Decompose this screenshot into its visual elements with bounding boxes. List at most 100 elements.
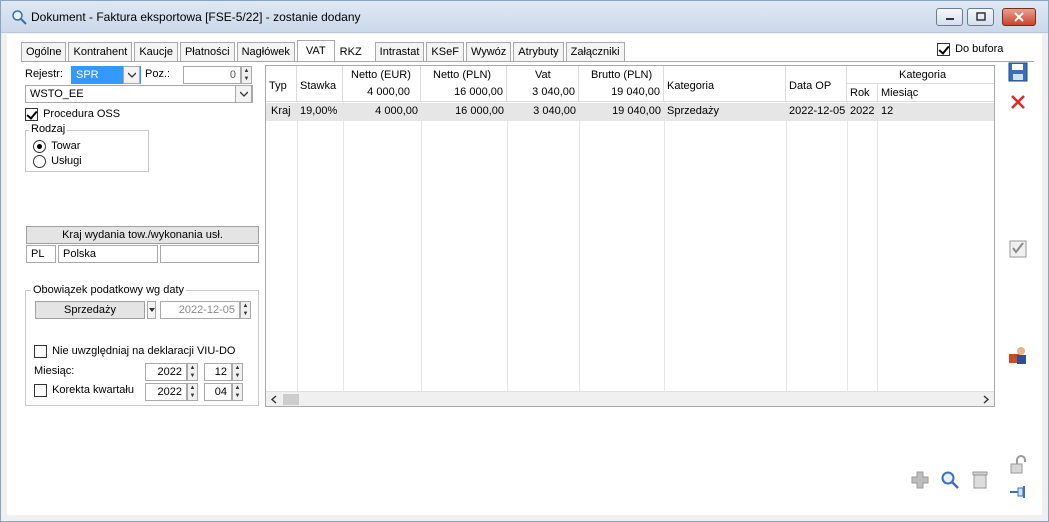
poz-input[interactable]: 0: [183, 66, 241, 84]
miesiac-year-spinner[interactable]: ▲ ▼: [187, 363, 198, 381]
procedura-oss-label: Procedura OSS: [43, 108, 121, 121]
edit-icon: [1009, 240, 1027, 258]
rodzaj-label: Rodzaj: [29, 123, 68, 135]
tab-bar: Ogólne Kontrahent Kaucje Płatności Nagłó…: [21, 40, 627, 63]
chevron-down-icon: [239, 91, 248, 97]
nie-uwzgledniaj-checkbox[interactable]: Nie uwzględniaj na deklaracji VIU-DO: [34, 345, 235, 358]
do-bufora-checkbox[interactable]: Do bufora: [937, 43, 1003, 56]
towar-label: Towar: [51, 140, 81, 153]
tab-ksef[interactable]: KSeF: [426, 42, 464, 62]
maximize-button[interactable]: [967, 8, 994, 26]
kraj-name: Polska: [63, 248, 97, 260]
total-netto-eur: 4 000,00: [367, 86, 410, 98]
tab-kontrahent[interactable]: Kontrahent: [68, 42, 133, 62]
pin-button[interactable]: [1007, 481, 1029, 503]
search-button[interactable]: [939, 469, 961, 491]
nie-uwzgledniaj-label: Nie uwzględniaj na deklaracji VIU-DO: [52, 345, 236, 358]
korekta-month-field[interactable]: 04: [204, 383, 232, 401]
rejestr-dropdown-button[interactable]: [123, 66, 140, 84]
miesiac-year: 2022: [157, 366, 182, 378]
minimize-button[interactable]: [936, 8, 963, 26]
korekta-year-spinner[interactable]: ▲ ▼: [187, 383, 198, 401]
do-bufora-label: Do bufora: [955, 43, 1004, 56]
tab-ogolne[interactable]: Ogólne: [21, 42, 67, 62]
search-icon: [12, 10, 27, 25]
poz-value: 0: [229, 69, 236, 81]
header-netto-eur[interactable]: Netto (EUR) 4 000,00: [343, 66, 421, 102]
document-window: Dokument - Faktura eksportowa [FSE-5/22]…: [0, 0, 1049, 522]
rejestr-label: Rejestr:: [25, 68, 63, 80]
header-netto-pln[interactable]: Netto (PLN) 16 000,00: [421, 66, 507, 102]
korekta-checkbox[interactable]: Korekta kwartału: [34, 384, 134, 397]
scroll-thumb[interactable]: [283, 394, 299, 405]
header-typ[interactable]: Typ: [266, 66, 297, 102]
delete-button[interactable]: [1007, 91, 1029, 113]
horizontal-scrollbar[interactable]: [266, 391, 994, 406]
radio-selected-icon: [33, 140, 46, 153]
save-button[interactable]: [1007, 61, 1029, 83]
korekta-year-field[interactable]: 2022: [145, 383, 187, 401]
tab-naglowek[interactable]: Nagłówek: [236, 42, 295, 62]
add-icon: [911, 471, 929, 489]
kraj-name-field[interactable]: Polska: [58, 245, 158, 263]
table-row[interactable]: Kraj 19,00% 4 000,00 16 000,00 3 040,00 …: [266, 103, 994, 121]
close-icon: [1014, 12, 1024, 22]
korekta-month-spinner[interactable]: ▲ ▼: [232, 383, 243, 401]
total-brutto-pln: 19 040,00: [611, 86, 660, 98]
kraj-extra-field[interactable]: [160, 245, 259, 263]
header-kategoria[interactable]: Kategoria: [664, 66, 786, 102]
trash-button[interactable]: [969, 469, 991, 491]
header-vat[interactable]: Vat 3 040,00: [507, 66, 579, 102]
obowiazek-date-field[interactable]: 2022-12-05: [160, 301, 240, 319]
tab-zalaczniki[interactable]: Załączniki: [565, 42, 625, 62]
obowiazek-date: 2022-12-05: [178, 304, 235, 316]
obowiazek-date-spinner[interactable]: ▲ ▼: [240, 301, 251, 319]
obowiazek-label: Obowiązek podatkowy wg daty: [31, 284, 187, 296]
rejestr-value: SPR: [76, 69, 99, 81]
header-brutto-pln[interactable]: Brutto (PLN) 19 040,00: [579, 66, 664, 102]
tab-kaucje[interactable]: Kaucje: [134, 42, 178, 62]
checkbox-empty-icon: [34, 345, 47, 358]
vat-table[interactable]: Typ Stawka Netto (EUR) 4 000,00 Netto (P…: [265, 65, 995, 407]
korekta-year: 2022: [157, 386, 182, 398]
add-button[interactable]: [909, 469, 931, 491]
wsto-select[interactable]: WSTO_EE: [25, 85, 253, 103]
miesiac-year-field[interactable]: 2022: [145, 363, 187, 381]
procedura-oss-checkbox[interactable]: Procedura OSS: [25, 108, 120, 121]
obowiazek-dropdown-button[interactable]: [147, 301, 156, 319]
tab-divider: [21, 61, 1034, 62]
window-title: Dokument - Faktura eksportowa [FSE-5/22]…: [31, 10, 361, 24]
delete-icon: [1011, 95, 1025, 109]
poz-label: Poz.:: [145, 68, 171, 80]
tab-atrybuty[interactable]: Atrybuty: [513, 42, 564, 62]
header-miesiac[interactable]: Miesiąc: [881, 87, 918, 99]
poz-spinner[interactable]: ▲ ▼: [241, 66, 252, 84]
contractor-button[interactable]: [1007, 344, 1029, 366]
chevron-left-icon[interactable]: [270, 395, 278, 404]
maximize-icon: [975, 12, 986, 21]
miesiac-month-field[interactable]: 12: [204, 363, 232, 381]
save-icon: [1008, 62, 1028, 82]
header-rok[interactable]: Rok: [850, 87, 870, 99]
kraj-code-field[interactable]: PL: [26, 245, 56, 263]
tab-vat[interactable]: VAT: [296, 40, 335, 63]
tab-wywoz[interactable]: Wywóz: [465, 42, 512, 62]
wsto-dropdown-button[interactable]: [235, 85, 252, 103]
close-button[interactable]: [1002, 8, 1036, 26]
tab-rkz[interactable]: RKZ: [337, 42, 373, 62]
miesiac-month-spinner[interactable]: ▲ ▼: [232, 363, 243, 381]
header-kategoria-group[interactable]: Kategoria Rok Miesiąc: [847, 66, 994, 102]
rodzaj-uslugi-radio[interactable]: Usługi: [33, 155, 82, 168]
minimize-icon: [945, 18, 954, 20]
header-stawka[interactable]: Stawka: [297, 66, 343, 102]
tab-platnosci[interactable]: Płatności: [179, 42, 235, 62]
trash-icon: [972, 471, 988, 489]
rodzaj-towar-radio[interactable]: Towar: [33, 140, 80, 153]
client-area: Ogólne Kontrahent Kaucje Płatności Nagłó…: [7, 34, 1042, 515]
obowiazek-type-button[interactable]: Sprzedaży: [35, 301, 145, 319]
header-data-op[interactable]: Data OP: [786, 66, 847, 102]
tab-intrastat[interactable]: Intrastat: [374, 42, 425, 62]
chevron-right-icon[interactable]: [982, 395, 990, 404]
edit-button[interactable]: [1007, 238, 1029, 260]
lock-button[interactable]: [1007, 454, 1029, 476]
